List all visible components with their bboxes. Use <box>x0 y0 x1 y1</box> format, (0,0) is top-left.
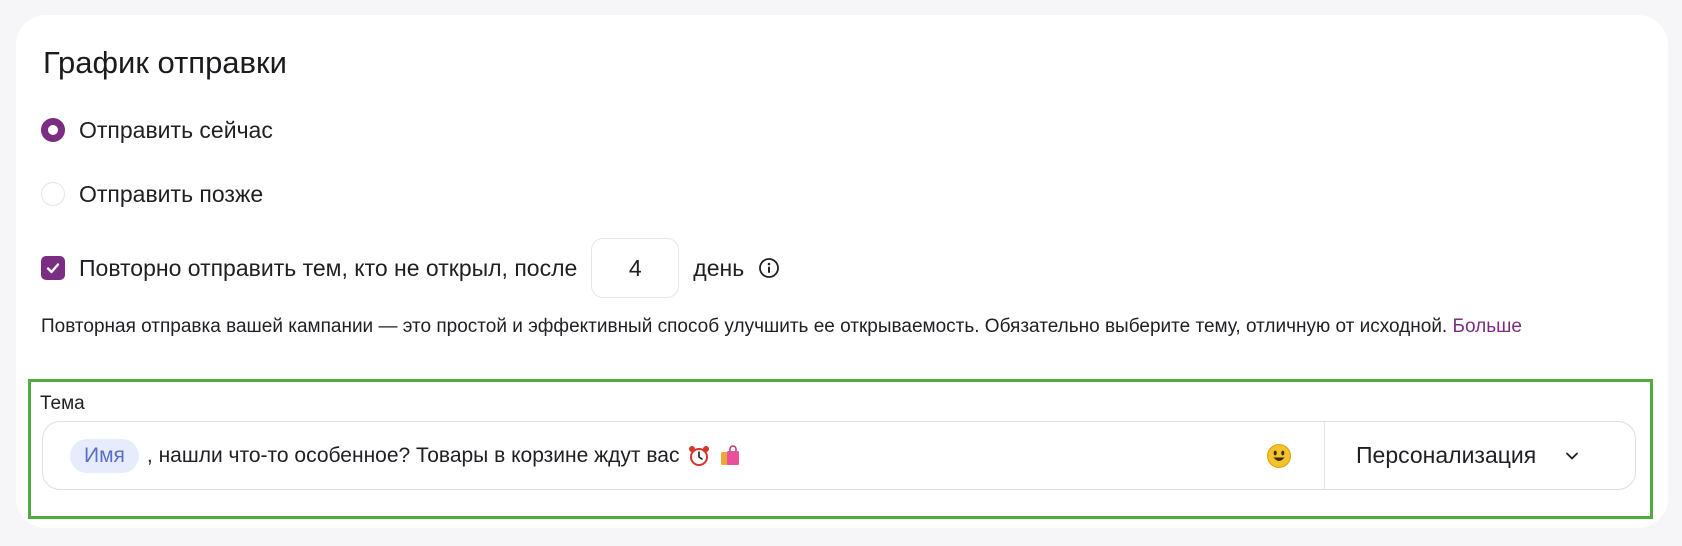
send-now-label: Отправить сейчас <box>79 117 273 143</box>
checkmark-icon <box>46 263 60 274</box>
alarm-clock-icon <box>689 445 710 466</box>
more-link[interactable]: Больше <box>1453 316 1522 337</box>
resend-label: Повторно отправить тем, кто не открыл, п… <box>79 254 578 281</box>
send-later-label: Отправить позже <box>79 181 264 207</box>
resend-description: Повторная отправка вашей кампании — это … <box>41 312 1601 342</box>
resend-checkbox[interactable] <box>41 256 65 280</box>
subject-text: , нашли что-то особенное? Товары в корзи… <box>147 444 741 468</box>
subject-input[interactable]: Имя , нашли что-то особенное? Товары в к… <box>43 422 1324 489</box>
resend-row: Повторно отправить тем, кто не открыл, п… <box>41 237 782 299</box>
send-later-radio[interactable] <box>41 182 65 206</box>
send-now-option[interactable]: Отправить сейчас <box>41 117 273 143</box>
resend-days-input[interactable] <box>591 238 680 298</box>
send-now-radio[interactable] <box>41 118 65 142</box>
smiley-icon[interactable] <box>1266 443 1292 474</box>
send-later-option[interactable]: Отправить позже <box>41 181 263 207</box>
personalization-dropdown[interactable]: Персонализация <box>1324 422 1635 489</box>
subject-text-value: , нашли что-то особенное? Товары в корзи… <box>146 443 680 467</box>
resend-description-text: Повторная отправка вашей кампании — это … <box>41 316 1448 337</box>
section-title: График отправки <box>43 45 287 80</box>
merge-tag-chip[interactable]: Имя <box>70 438 139 473</box>
days-unit-label: день <box>693 254 745 281</box>
personalization-label: Персонализация <box>1356 442 1537 468</box>
subject-label: Тема <box>40 393 85 414</box>
info-icon[interactable] <box>758 256 782 280</box>
subject-field: Имя , нашли что-то особенное? Товары в к… <box>42 421 1636 490</box>
chevron-down-icon <box>1564 448 1580 464</box>
shopping-bags-icon <box>721 445 740 465</box>
